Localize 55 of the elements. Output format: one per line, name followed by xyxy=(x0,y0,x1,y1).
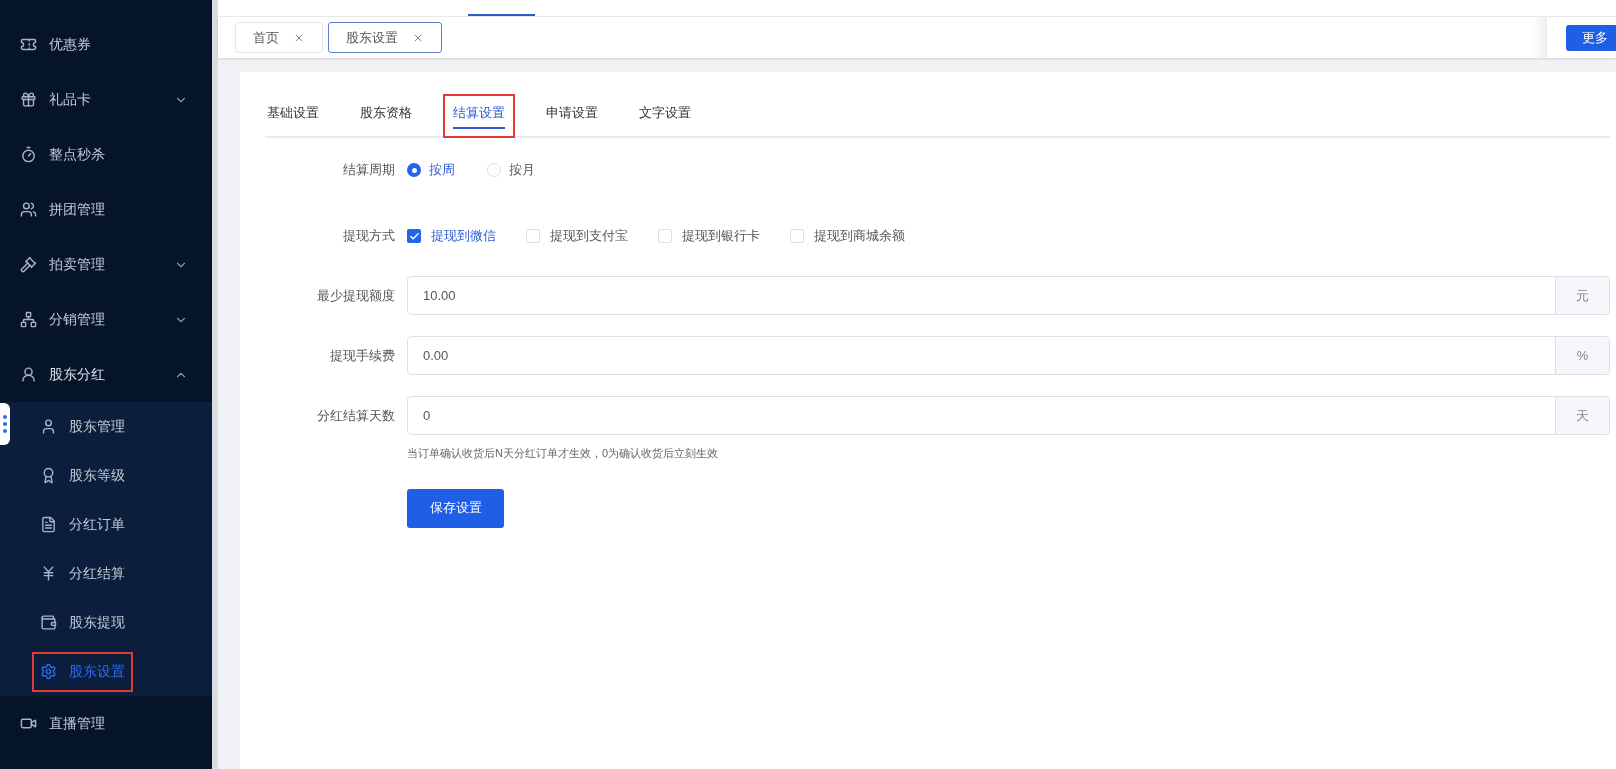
collapse-handle[interactable] xyxy=(0,403,10,445)
form-label: 最少提现额度 xyxy=(316,286,396,305)
page-tab[interactable]: 首页 xyxy=(235,22,323,53)
submenu-item[interactable]: 股东等级 xyxy=(32,455,133,496)
submenu-item[interactable]: 分红结算 xyxy=(32,553,133,594)
sidebar-item[interactable]: 分销管理 xyxy=(0,292,212,347)
input-field[interactable]: 0 天 xyxy=(407,396,1610,435)
ticket-icon xyxy=(20,36,37,53)
hint-text: 当订单确认收货后N天分红订单才生效，0为确认收货后立刻生效 xyxy=(406,446,720,461)
radio-option[interactable]: 按月 xyxy=(487,160,535,180)
checkbox-option[interactable]: 提现到银行卡 xyxy=(658,226,760,246)
gavel-icon xyxy=(20,256,37,273)
wallet-icon xyxy=(40,614,57,631)
sidebar-item[interactable]: 整点秒杀 xyxy=(0,127,212,182)
form-label: 分红结算天数 xyxy=(316,406,396,425)
checkbox-option[interactable]: 提现到商城余额 xyxy=(790,226,905,246)
settings-tab[interactable]: 文字设置 xyxy=(629,94,701,138)
gift-icon xyxy=(20,91,37,108)
scrollbar[interactable] xyxy=(212,0,218,769)
submenu-item[interactable]: 分红订单 xyxy=(32,504,133,545)
submenu-item[interactable]: 股东提现 xyxy=(32,602,133,643)
file-icon xyxy=(40,516,57,533)
submenu-item[interactable]: 股东设置 xyxy=(32,651,133,692)
settings-tab[interactable]: 股东资格 xyxy=(350,94,422,138)
submenu-item[interactable]: 股东管理 xyxy=(32,406,133,447)
input-field[interactable]: 0.00 % xyxy=(407,336,1610,375)
sidebar-item[interactable]: 优惠券 xyxy=(0,17,212,72)
more-button[interactable]: 更多 xyxy=(1566,24,1616,51)
sidebar-item[interactable]: 礼品卡 xyxy=(0,72,212,127)
page-tab[interactable]: 股东设置 xyxy=(328,22,442,53)
sidebar-item[interactable]: 拍卖管理 xyxy=(0,237,212,292)
form-label: 结算周期 xyxy=(342,161,396,180)
network-icon xyxy=(20,311,37,328)
settings-tab[interactable]: 申请设置 xyxy=(536,94,608,138)
form-label: 提现手续费 xyxy=(329,346,396,365)
sidebar-item[interactable]: 股东分红 xyxy=(0,347,212,402)
form-label: 提现方式 xyxy=(342,227,396,246)
input-field[interactable]: 10.00 元 xyxy=(407,276,1610,315)
settings-tab[interactable]: 结算设置 xyxy=(443,94,515,138)
checkbox-option[interactable]: 提现到支付宝 xyxy=(526,226,628,246)
user-icon xyxy=(40,418,57,435)
settings-icon xyxy=(40,663,57,680)
sidebar-item[interactable]: 直播管理 xyxy=(0,696,212,751)
unit-addon: 元 xyxy=(1555,277,1609,314)
settings-tab[interactable]: 基础设置 xyxy=(257,94,329,138)
active-nav-indicator xyxy=(468,14,535,16)
unit-addon: % xyxy=(1555,337,1609,374)
timer-icon xyxy=(20,146,37,163)
users-icon xyxy=(20,201,37,218)
sidebar-item[interactable]: 拼团管理 xyxy=(0,182,212,237)
unit-addon: 天 xyxy=(1555,397,1609,434)
checkbox-option[interactable]: 提现到微信 xyxy=(407,226,496,246)
tab-scroll-shadow xyxy=(1533,17,1547,58)
save-button[interactable]: 保存设置 xyxy=(407,488,504,528)
radio-option[interactable]: 按周 xyxy=(407,160,455,180)
